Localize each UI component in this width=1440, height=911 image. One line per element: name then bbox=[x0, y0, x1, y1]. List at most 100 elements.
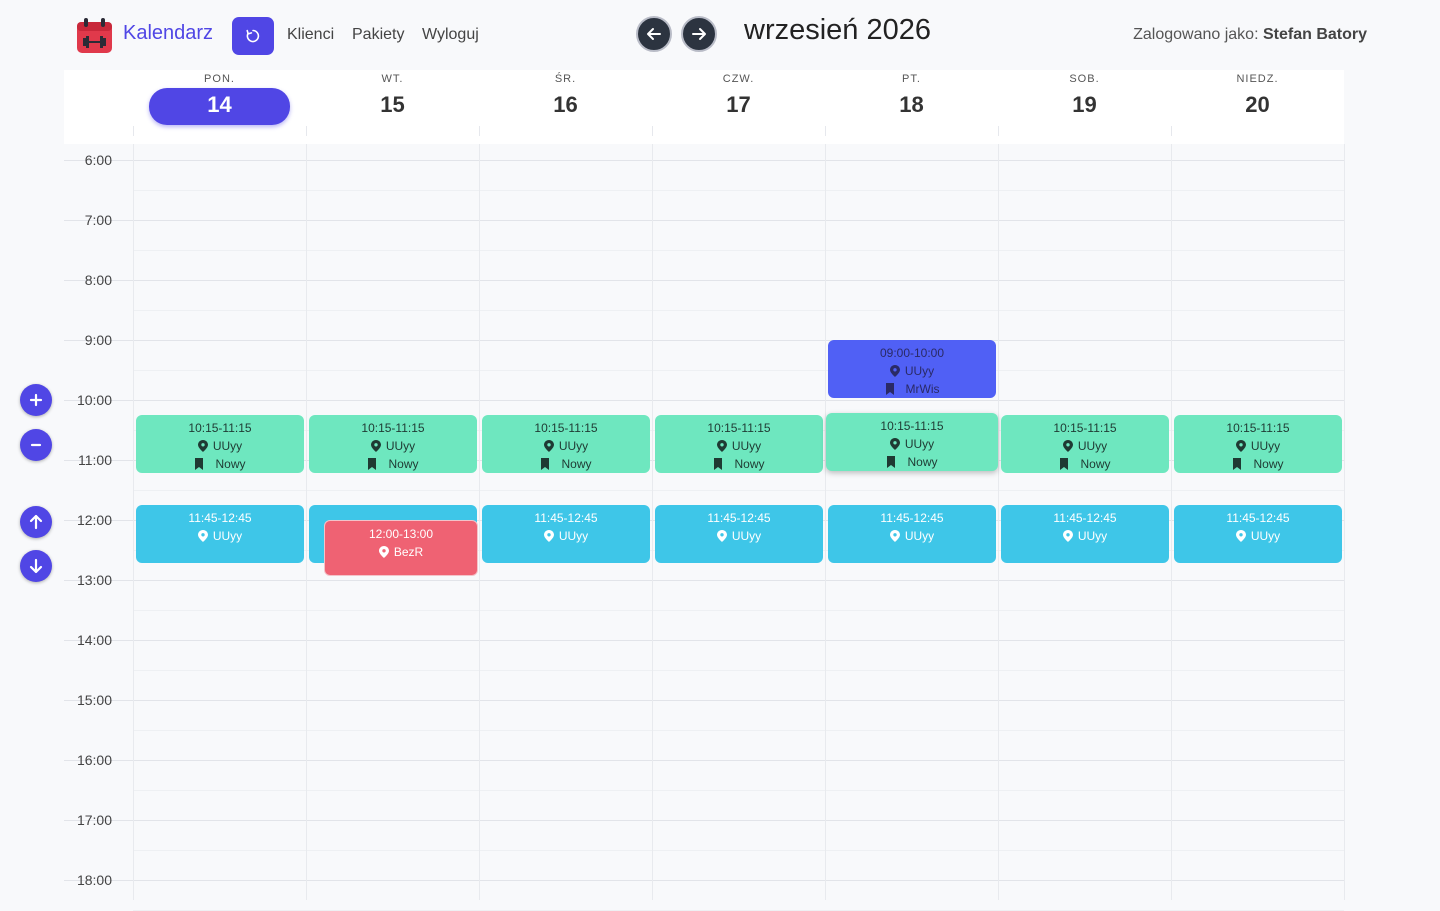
event-location-text: UUyy bbox=[904, 364, 935, 378]
hour-label: 11:00 bbox=[78, 452, 112, 468]
event-location-text: UUyy bbox=[212, 529, 243, 543]
event-location: BezR bbox=[325, 543, 477, 561]
hour-line bbox=[64, 700, 1344, 701]
half-hour-line bbox=[133, 790, 1344, 791]
hour-label: 12:00 bbox=[76, 512, 112, 528]
calendar-event[interactable]: 10:15-11:15 UUyy Nowy bbox=[1001, 415, 1169, 473]
refresh-button[interactable] bbox=[232, 17, 274, 55]
event-time: 10:15-11:15 bbox=[361, 421, 425, 435]
header-divider bbox=[825, 126, 826, 136]
scroll-down-button[interactable] bbox=[20, 550, 52, 582]
zoom-out-button[interactable] bbox=[20, 429, 52, 461]
header-divider bbox=[998, 126, 999, 136]
event-location: UUyy bbox=[136, 437, 304, 455]
event-location: UUyy bbox=[655, 527, 823, 545]
event-location: UUyy bbox=[1001, 527, 1169, 545]
top-bar: Kalendarz Klienci Pakiety Wyloguj wrzesi… bbox=[0, 0, 1440, 70]
bookmark-icon bbox=[194, 458, 204, 470]
user-info: Zalogowano jako: Stefan Batory bbox=[1133, 26, 1367, 44]
day-header-3[interactable]: CZW. 17 bbox=[652, 70, 825, 144]
hour-line bbox=[64, 640, 1344, 641]
app-title[interactable]: Kalendarz bbox=[123, 22, 213, 45]
hour-line bbox=[64, 160, 1344, 161]
event-location-text: UUyy bbox=[731, 529, 762, 543]
user-name: Stefan Batory bbox=[1262, 26, 1367, 43]
event-tag: Nowy bbox=[482, 455, 650, 473]
calendar-event[interactable]: 10:15-11:15 UUyy Nowy bbox=[655, 415, 823, 473]
hour-label: 9:00 bbox=[84, 332, 112, 348]
event-location: UUyy bbox=[482, 527, 650, 545]
hour-label: 18:00 bbox=[76, 872, 112, 888]
half-hour-line bbox=[133, 730, 1344, 731]
day-header-5[interactable]: SOB. 19 bbox=[998, 70, 1171, 144]
hour-line bbox=[64, 220, 1344, 221]
calendar-event[interactable]: 11:45-12:45 UUyy bbox=[655, 505, 823, 563]
arrow-up-icon bbox=[27, 513, 45, 531]
day-header-2[interactable]: ŚR. 16 bbox=[479, 70, 652, 144]
event-time: 11:45-12:45 bbox=[707, 511, 771, 525]
nav-link-klienci[interactable]: Klienci bbox=[287, 26, 334, 44]
zoom-in-button[interactable] bbox=[20, 384, 52, 416]
scroll-up-button[interactable] bbox=[20, 506, 52, 538]
half-hour-line bbox=[133, 190, 1344, 191]
event-location: UUyy bbox=[1174, 437, 1342, 455]
hour-line bbox=[64, 280, 1344, 281]
hour-label: 6:00 bbox=[84, 152, 112, 168]
next-week-button[interactable] bbox=[681, 16, 717, 52]
hour-label: 13:00 bbox=[76, 572, 112, 588]
event-time: 11:45-12:45 bbox=[188, 511, 252, 525]
prev-week-button[interactable] bbox=[636, 16, 672, 52]
event-tag: Nowy bbox=[136, 455, 304, 473]
nav-link-wyloguj[interactable]: Wyloguj bbox=[422, 26, 479, 44]
calendar-event[interactable]: 10:15-11:15 UUyy Nowy bbox=[309, 415, 477, 473]
calendar-event[interactable]: 11:45-12:45 UUyy bbox=[482, 505, 650, 563]
event-tag: Nowy bbox=[309, 455, 477, 473]
event-location-text: UUyy bbox=[1250, 529, 1281, 543]
day-header-0[interactable]: PON. 14 bbox=[133, 70, 306, 144]
event-time: 10:15-11:15 bbox=[1226, 421, 1290, 435]
hour-line bbox=[64, 400, 1344, 401]
calendar-grid[interactable]: 6:00 7:00 8:00 9:00 10:00 11:00 12:00 13:00 14:0… bbox=[64, 144, 1345, 911]
day-header-4[interactable]: PT. 18 bbox=[825, 70, 998, 144]
event-location-text: UUyy bbox=[385, 439, 416, 453]
bookmark-icon bbox=[1232, 458, 1242, 470]
calendar-event[interactable]: 09:00-10:00 UUyy MrWis bbox=[828, 340, 996, 398]
calendar-event[interactable]: 11:45-12:45 UUyy bbox=[1001, 505, 1169, 563]
refresh-icon bbox=[245, 28, 261, 44]
calendar-event[interactable]: 11:45-12:45 UUyy bbox=[1174, 505, 1342, 563]
event-location: UUyy bbox=[828, 527, 996, 545]
hour-line bbox=[64, 820, 1344, 821]
location-pin-icon bbox=[716, 530, 727, 542]
day-header: PON. 14 WT. 15 ŚR. 16 CZW. 17 PT. 18 SOB. 19 NIEDZ. 2… bbox=[64, 70, 1344, 144]
calendar-event[interactable]: 10:15-11:15 UUyy Nowy bbox=[826, 413, 998, 471]
hour-line bbox=[64, 760, 1344, 761]
day-column-divider bbox=[825, 144, 826, 900]
calendar-event[interactable]: 11:45-12:45 UUyy bbox=[136, 505, 304, 563]
event-time: 11:45-12:45 bbox=[1226, 511, 1290, 525]
day-column-divider bbox=[1171, 144, 1172, 900]
day-number: 15 bbox=[380, 92, 405, 117]
location-pin-icon bbox=[1062, 440, 1073, 452]
calendar-event[interactable]: 10:15-11:15 UUyy Nowy bbox=[1174, 415, 1342, 473]
event-location-text: UUyy bbox=[904, 437, 935, 451]
day-name: SOB. bbox=[1069, 73, 1100, 85]
event-location-text: UUyy bbox=[558, 529, 589, 543]
event-time: 10:15-11:15 bbox=[188, 421, 252, 435]
location-pin-icon bbox=[1235, 530, 1246, 542]
event-time: 10:15-11:15 bbox=[534, 421, 598, 435]
event-location-text: UUyy bbox=[1250, 439, 1281, 453]
calendar-event[interactable]: 10:15-11:15 UUyy Nowy bbox=[136, 415, 304, 473]
location-pin-icon bbox=[197, 440, 208, 452]
nav-link-pakiety[interactable]: Pakiety bbox=[352, 26, 404, 44]
day-header-1[interactable]: WT. 15 bbox=[306, 70, 479, 144]
event-location-text: UUyy bbox=[731, 439, 762, 453]
calendar-event[interactable]: 10:15-11:15 UUyy Nowy bbox=[482, 415, 650, 473]
location-pin-icon bbox=[889, 530, 900, 542]
half-hour-line bbox=[133, 850, 1344, 851]
calendar-event[interactable]: 11:45-12:45 UUyy bbox=[828, 505, 996, 563]
day-column-divider bbox=[306, 144, 307, 900]
day-header-6[interactable]: NIEDZ. 20 bbox=[1171, 70, 1344, 144]
calendar-event[interactable]: 12:00-13:00 BezR bbox=[324, 520, 478, 576]
hour-label: 10:00 bbox=[76, 392, 112, 408]
event-location-text: UUyy bbox=[558, 439, 589, 453]
